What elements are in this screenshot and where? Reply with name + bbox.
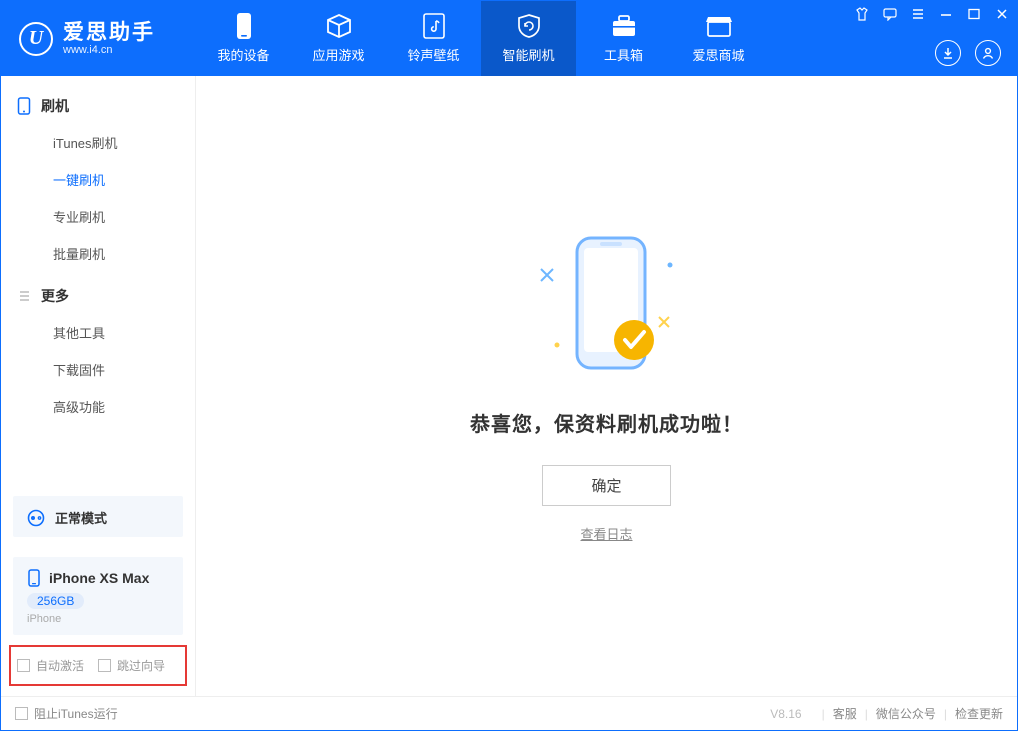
tab-smart-flash[interactable]: 智能刷机 [481, 1, 576, 76]
footer-link-support[interactable]: 客服 [833, 705, 857, 722]
sidebar-group-flash: 刷机 [1, 88, 195, 124]
device-mode-label: 正常模式 [55, 508, 107, 527]
checkbox-label: 阻止iTunes运行 [34, 705, 118, 722]
success-title: 恭喜您，保资料刷机成功啦！ [470, 408, 743, 437]
cube-icon [326, 13, 352, 39]
titlebar: U 爱思助手 www.i4.cn 我的设备 应用游戏 [1, 1, 1017, 76]
sidebar: 刷机 iTunes刷机 一键刷机 专业刷机 批量刷机 更多 其他工具 下载固件 … [1, 76, 196, 696]
account-icons [935, 40, 1001, 66]
window-controls [853, 5, 1011, 23]
tab-label: 工具箱 [604, 45, 643, 64]
tab-label: 爱思商城 [692, 45, 744, 64]
sidebar-group-more: 更多 [1, 278, 195, 314]
group-title: 更多 [41, 286, 69, 306]
sidebar-item-other-tools[interactable]: 其他工具 [1, 314, 195, 351]
checkbox-skip-guide[interactable]: 跳过向导 [98, 657, 165, 674]
tab-ringtone-wallpaper[interactable]: 铃声壁纸 [386, 1, 481, 76]
main-content: 恭喜您，保资料刷机成功啦！ 确定 查看日志 [196, 76, 1017, 696]
options-highlight-box: 自动激活 跳过向导 [9, 645, 187, 686]
list-icon [17, 289, 31, 303]
checkbox-auto-activate[interactable]: 自动激活 [17, 657, 84, 674]
shield-refresh-icon [516, 13, 542, 39]
toolbox-icon [611, 13, 637, 39]
checkbox-label: 自动激活 [36, 657, 84, 674]
version-label: V8.16 [770, 707, 801, 721]
tab-label: 智能刷机 [502, 45, 554, 64]
shirt-icon[interactable] [853, 5, 871, 23]
app-subtitle: www.i4.cn [63, 44, 155, 56]
sidebar-item-pro-flash[interactable]: 专业刷机 [1, 198, 195, 235]
tab-label: 铃声壁纸 [407, 45, 459, 64]
tab-apps-games[interactable]: 应用游戏 [291, 1, 386, 76]
feedback-icon[interactable] [881, 5, 899, 23]
minimize-icon[interactable] [937, 5, 955, 23]
success-illustration [522, 230, 692, 380]
app-window: U 爱思助手 www.i4.cn 我的设备 应用游戏 [0, 0, 1018, 731]
body: 刷机 iTunes刷机 一键刷机 专业刷机 批量刷机 更多 其他工具 下载固件 … [1, 76, 1017, 696]
phone-outline-icon [17, 97, 31, 115]
maximize-icon[interactable] [965, 5, 983, 23]
sidebar-item-batch-flash[interactable]: 批量刷机 [1, 235, 195, 272]
view-log-link[interactable]: 查看日志 [580, 524, 632, 543]
device-storage: 256GB [27, 593, 84, 609]
device-info-block[interactable]: iPhone XS Max 256GB iPhone [13, 557, 183, 635]
store-icon [706, 13, 732, 39]
device-mode-block: 正常模式 [13, 496, 183, 537]
ok-button[interactable]: 确定 [542, 465, 670, 506]
device-icon [231, 13, 257, 39]
app-title: 爱思助手 [63, 21, 155, 44]
close-icon[interactable] [993, 5, 1011, 23]
footer: 阻止iTunes运行 V8.16 | 客服 | 微信公众号 | 检查更新 [1, 696, 1017, 730]
footer-link-update[interactable]: 检查更新 [955, 705, 1003, 722]
tab-store[interactable]: 爱思商城 [671, 1, 766, 76]
tab-label: 我的设备 [217, 45, 269, 64]
checkbox-icon [17, 659, 30, 672]
tab-my-device[interactable]: 我的设备 [196, 1, 291, 76]
checkbox-icon [98, 659, 111, 672]
checkbox-label: 跳过向导 [117, 657, 165, 674]
group-title: 刷机 [41, 96, 69, 116]
user-icon[interactable] [975, 40, 1001, 66]
logo-text: 爱思助手 www.i4.cn [63, 21, 155, 56]
menu-icon[interactable] [909, 5, 927, 23]
device-small-icon [27, 569, 41, 587]
checkbox-icon [15, 707, 28, 720]
tab-label: 应用游戏 [312, 45, 364, 64]
sidebar-item-download-firmware[interactable]: 下载固件 [1, 351, 195, 388]
footer-link-wechat[interactable]: 微信公众号 [876, 705, 936, 722]
mode-icon [27, 509, 45, 527]
download-icon[interactable] [935, 40, 961, 66]
music-file-icon [421, 13, 447, 39]
logo-area: U 爱思助手 www.i4.cn [1, 1, 196, 76]
sidebar-item-itunes-flash[interactable]: iTunes刷机 [1, 124, 195, 161]
sidebar-item-one-key-flash[interactable]: 一键刷机 [1, 161, 195, 198]
device-type: iPhone [27, 613, 171, 625]
device-name: iPhone XS Max [49, 570, 149, 586]
checkbox-block-itunes[interactable]: 阻止iTunes运行 [15, 705, 118, 722]
tab-toolbox[interactable]: 工具箱 [576, 1, 671, 76]
app-logo-icon: U [19, 22, 53, 56]
sidebar-item-advanced[interactable]: 高级功能 [1, 388, 195, 425]
